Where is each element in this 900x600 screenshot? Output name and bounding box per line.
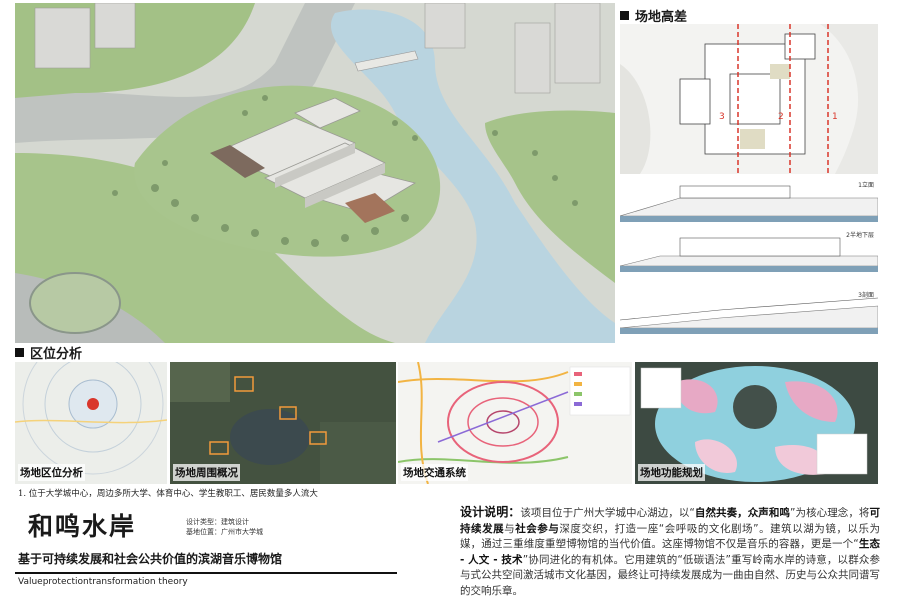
site-plan-drawing: 3 2 1 [620, 24, 878, 174]
traffic-panel: 场地交通系统 [398, 362, 632, 484]
section-drawing-2: 2半地下层 [619, 228, 879, 276]
aerial-rendering [15, 3, 615, 343]
description-text: ”为核心理念，将 [790, 507, 870, 519]
location-caption: 1. 位于大学城中心，周边多所大学、体育中心、学生教职工、居民数量多人流大 [18, 489, 318, 499]
section-2-art [619, 237, 879, 272]
project-title: 和鸣水岸 [28, 512, 137, 541]
design-description: 设计说明：该项目位于广州大学城中心湖边，以“自然共奏，众声和鸣”为核心理念，将可… [460, 505, 880, 599]
title-divider [15, 572, 397, 574]
panel-label: 场地交通系统 [401, 464, 468, 481]
surroundings-panel: 场地周围概况 [170, 362, 396, 484]
location-panel: 场地区位分析 [15, 362, 167, 484]
panel-label: 场地功能规划 [638, 464, 705, 481]
bullet-square-icon [15, 348, 24, 357]
design-type: 设计类型：建筑设计 [186, 518, 249, 526]
panel-label: 场地周围概况 [173, 464, 240, 481]
description-heading: 设计说明： [460, 505, 521, 519]
section-1-art [619, 185, 879, 222]
project-subtitle: 基于可持续发展和社会公共价值的滨湖音乐博物馆 [18, 552, 283, 566]
english-subtitle: Valueprotectiontransformation theory [18, 577, 188, 587]
section-tag: 3剖面 [858, 292, 874, 299]
bullet-square-icon [620, 11, 629, 20]
location-analysis-title: 区位分析 [30, 347, 83, 362]
section-line-label: 2 [778, 112, 784, 122]
section-line-label: 1 [832, 112, 838, 122]
description-text: 与 [504, 522, 516, 535]
description-text: 该项目位于广州大学城中心湖边，以“ [520, 507, 695, 519]
section-line-label: 3 [719, 112, 725, 122]
project-meta: 设计类型：建筑设计 基地位置：广州市大学城 [186, 517, 263, 537]
panel-label: 场地区位分析 [18, 464, 85, 481]
description-keyword: 自然共奏，众声和鸣 [694, 507, 791, 519]
section-3-art [619, 297, 879, 334]
description-text: ”协同进化的有机体。它用建筑的“低碳语法”重写岭南水岸的诗意，以群众参与式公共空… [460, 553, 880, 597]
section-tag: 2半地下层 [846, 232, 874, 239]
site-elevation-heading: 场地高差 [620, 6, 687, 25]
site-location: 基地位置：广州市大学城 [186, 528, 263, 536]
site-plan-art [620, 24, 878, 174]
function-panel: 场地功能规划 [635, 362, 878, 484]
aerial-rendering-art [15, 3, 615, 343]
site-elevation-title: 场地高差 [635, 10, 688, 25]
section-tag: 1立面 [858, 182, 874, 189]
location-analysis-heading: 区位分析 [15, 343, 82, 362]
section-drawing-1: 1立面 [619, 178, 879, 226]
section-drawing-3: 3剖面 [619, 288, 879, 336]
description-keyword: 社会参与 [515, 522, 560, 535]
